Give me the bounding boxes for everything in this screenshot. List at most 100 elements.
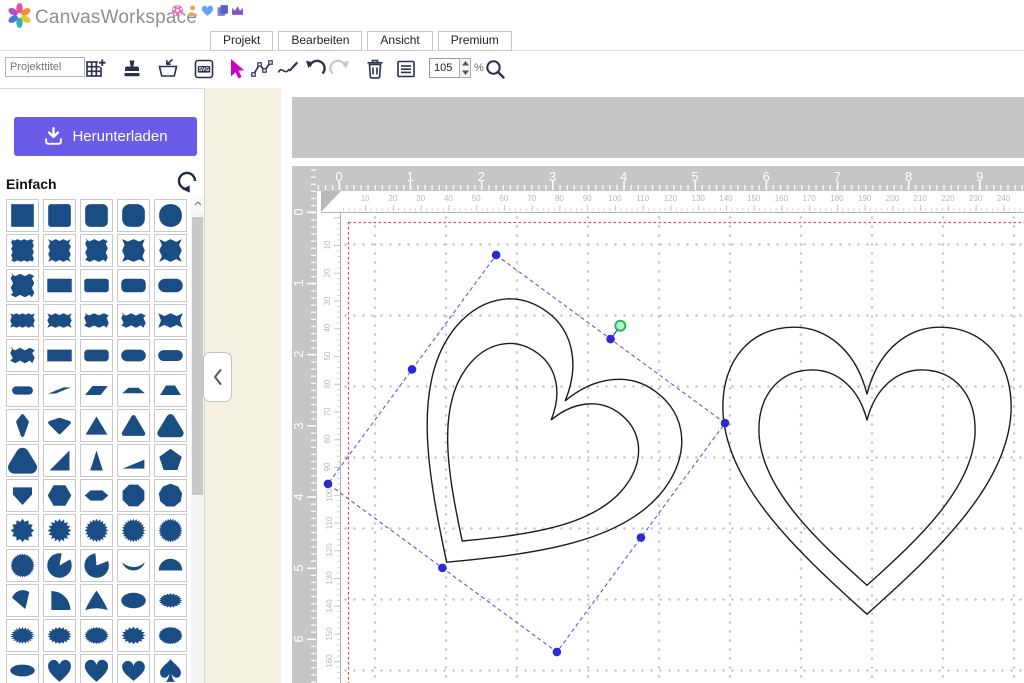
delete-icon[interactable] [363, 57, 387, 81]
mat-icon[interactable] [156, 57, 180, 81]
shape-item-burst-28[interactable] [154, 514, 187, 547]
shape-item-circle-notch-wide[interactable] [80, 549, 113, 582]
shape-item-semicircle[interactable] [154, 549, 187, 582]
shape-item-burst-20[interactable] [80, 514, 113, 547]
shape-item-parallelogram-slim[interactable] [43, 374, 76, 407]
scrollbar-up-arrow[interactable] [191, 196, 204, 211]
svg-import-icon[interactable]: SVG [192, 57, 216, 81]
shape-item-rect-zigzag-5[interactable] [154, 304, 187, 337]
zoom-search-icon[interactable] [483, 57, 507, 81]
shape-item-rect-zigzag-3[interactable] [80, 304, 113, 337]
new-project-icon[interactable] [84, 57, 108, 81]
shape-item-triangle-tall[interactable] [80, 444, 113, 477]
tab-premium[interactable]: Premium [438, 31, 512, 51]
shape-item-kite[interactable] [6, 409, 39, 442]
shape-item-burst-oval-1[interactable] [6, 619, 39, 652]
member-icon[interactable] [186, 4, 199, 17]
shape-item-ellipse-flat[interactable] [6, 654, 39, 683]
undo-icon[interactable] [303, 57, 327, 81]
shape-item-trapezoid[interactable] [154, 374, 187, 407]
project-title-input[interactable] [5, 57, 85, 77]
shape-item-burst-oval-5[interactable] [154, 619, 187, 652]
shape-item-right-triangle-low[interactable] [117, 444, 150, 477]
collapse-panel-button[interactable] [203, 352, 232, 402]
properties-icon[interactable] [394, 57, 418, 81]
shape-item-stadium-slim[interactable] [6, 374, 39, 407]
shape-item-square-zigzag-3[interactable] [80, 234, 113, 267]
shape-item-trapezoid-low[interactable] [117, 374, 150, 407]
shape-item-rect-wide-round-lg[interactable] [117, 339, 150, 372]
rotation-handle[interactable] [613, 319, 627, 333]
zoom-value-input[interactable]: 105 [429, 58, 463, 78]
favorite-heart-icon[interactable] [201, 4, 214, 17]
shape-item-stadium[interactable] [154, 339, 187, 372]
tab-ansicht[interactable]: Ansicht [367, 31, 432, 51]
shape-item-nonagon[interactable] [154, 479, 187, 512]
draw-path-icon[interactable] [276, 57, 300, 81]
shape-item-curved-triangle[interactable] [80, 584, 113, 617]
shape-item-scallop-circle[interactable] [6, 549, 39, 582]
download-button[interactable]: Herunterladen [14, 117, 197, 156]
shape-item-square-round-lg[interactable] [117, 199, 150, 232]
projects-icon[interactable] [216, 4, 229, 17]
flower-icon[interactable] [171, 4, 184, 17]
shape-item-rect-zigzag-1[interactable] [6, 304, 39, 337]
shape-item-triangle-round[interactable] [154, 409, 187, 442]
shape-item-right-triangle[interactable] [43, 444, 76, 477]
shape-item-rect-wide-round[interactable] [80, 339, 113, 372]
shape-item-burst-12[interactable] [6, 514, 39, 547]
shape-item-ellipse[interactable] [117, 584, 150, 617]
shape-item-triangle-round-sm[interactable] [117, 409, 150, 442]
shape-item-octagon[interactable] [117, 479, 150, 512]
shape-item-hexagon[interactable] [43, 479, 76, 512]
shape-item-burst-oval-sm[interactable] [154, 584, 187, 617]
shape-item-square[interactable] [6, 199, 39, 232]
shape-item-rect[interactable] [43, 269, 76, 302]
node-edit-icon[interactable] [250, 57, 274, 81]
shape-item-triangle[interactable] [80, 409, 113, 442]
shape-item-burst-oval-3[interactable] [80, 619, 113, 652]
premium-crown-icon[interactable] [231, 4, 244, 17]
shape-item-heart-classic[interactable] [80, 654, 113, 683]
shape-item-rect-zigzag-4[interactable] [117, 304, 150, 337]
shape-item-square-zigzag-6[interactable] [6, 269, 39, 302]
shape-item-square-round-xl[interactable] [154, 199, 187, 232]
shape-item-rect-wide[interactable] [43, 339, 76, 372]
shape-item-square-zigzag-5[interactable] [154, 234, 187, 267]
shape-item-burst-oval-4[interactable] [117, 619, 150, 652]
shape-item-square-zigzag-1[interactable] [6, 234, 39, 267]
redo-icon[interactable] [328, 57, 352, 81]
shape-item-square-round-md[interactable] [80, 199, 113, 232]
shape-panel-scrollbar[interactable] [191, 196, 204, 683]
shape-item-rect-zigzag-2[interactable] [43, 304, 76, 337]
shape-item-triangle-round-lg[interactable] [6, 444, 39, 477]
shape-item-wave-moon[interactable] [117, 549, 150, 582]
select-arrow-icon[interactable] [224, 57, 248, 81]
shape-item-burst-16[interactable] [43, 514, 76, 547]
shape-item-parallelogram[interactable] [80, 374, 113, 407]
shape-item-fan[interactable] [6, 584, 39, 617]
shape-item-rect-round-md[interactable] [117, 269, 150, 302]
shape-item-circle-notch[interactable] [43, 549, 76, 582]
shape-item-heart[interactable] [43, 654, 76, 683]
shape-item-rect-stadium[interactable] [154, 269, 187, 302]
scrollbar-thumb[interactable] [192, 217, 203, 495]
shape-item-rect-round-sm[interactable] [80, 269, 113, 302]
shape-item-pentagon[interactable] [154, 444, 187, 477]
shape-item-burst-oval-2[interactable] [43, 619, 76, 652]
shape-item-rect-zigzag-6[interactable] [6, 339, 39, 372]
shape-item-square-round-sm[interactable] [43, 199, 76, 232]
tab-bearbeiten[interactable]: Bearbeiten [278, 31, 362, 51]
shape-item-burst-24[interactable] [117, 514, 150, 547]
shape-item-spade[interactable] [154, 654, 187, 683]
selected-heart-shape[interactable] [322, 235, 741, 658]
back-arrow-icon[interactable] [174, 170, 198, 194]
stamp-icon[interactable] [120, 57, 144, 81]
heart-shape[interactable] [723, 327, 1011, 614]
shape-item-heart-round[interactable] [117, 654, 150, 683]
tab-projekt[interactable]: Projekt [210, 31, 273, 51]
canvas-area[interactable]: 0123456789 0123456 102030405060708090100… [281, 88, 1024, 683]
shape-item-hexagon-wide[interactable] [80, 479, 113, 512]
shape-item-quarter-circle[interactable] [43, 584, 76, 617]
selection-handles[interactable] [322, 249, 731, 658]
